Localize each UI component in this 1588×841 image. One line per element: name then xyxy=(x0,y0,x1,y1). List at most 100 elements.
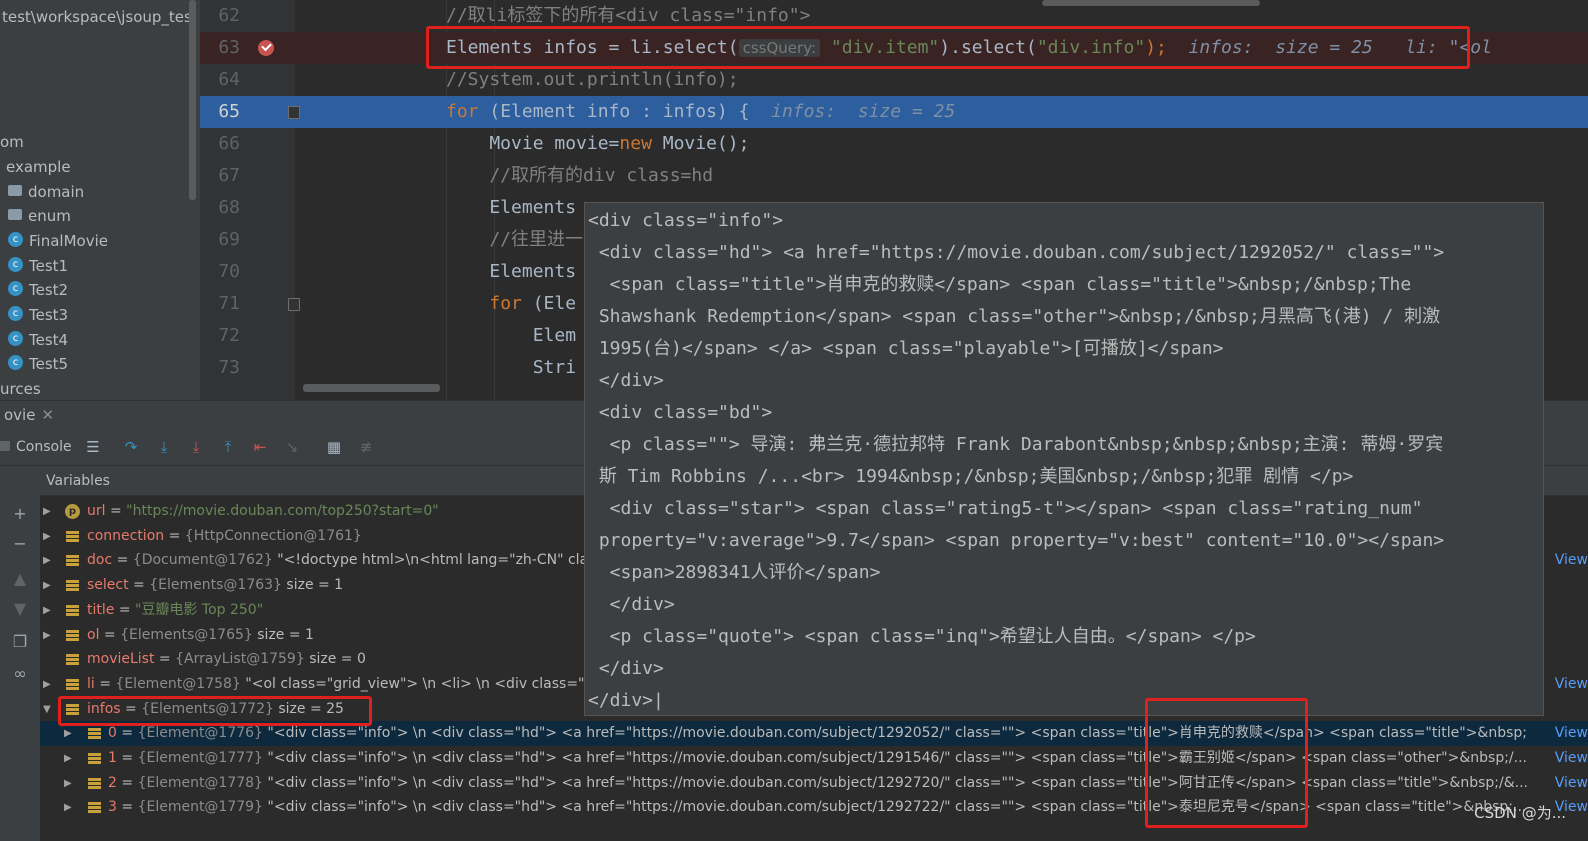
line-number: 64 xyxy=(218,69,240,90)
project-tree-item-label: domain xyxy=(28,183,85,201)
code-token: infos: size = 25 xyxy=(771,101,956,122)
expand-icon[interactable]: ▶ xyxy=(43,672,53,697)
class-icon: c xyxy=(8,306,23,321)
tooltip-line: </div> xyxy=(588,370,664,391)
show-execution-point-icon[interactable]: ☰ xyxy=(84,438,102,456)
debug-tab-movie[interactable]: ovie ✕ xyxy=(0,401,58,429)
add-watch-icon[interactable]: + xyxy=(12,506,28,522)
expand-icon[interactable]: ▶ xyxy=(43,524,53,549)
code-line[interactable]: 66 Movie movie=new Movie(); xyxy=(200,128,1588,160)
line-number: 62 xyxy=(218,5,240,26)
element-index: 0 xyxy=(108,725,117,742)
highlight-box-titles xyxy=(1145,698,1308,828)
expand-icon[interactable]: ▶ xyxy=(64,746,74,771)
project-tree-item[interactable]: urces xyxy=(0,377,41,400)
expand-icon[interactable]: ▶ xyxy=(43,623,53,648)
fold-icon[interactable] xyxy=(288,298,300,311)
field-icon xyxy=(65,652,80,667)
run-to-cursor-icon[interactable]: ↘ xyxy=(283,438,301,456)
variable-text: li = {Element@1758} "<ol class="grid_vie… xyxy=(87,672,594,697)
variable-equals: = xyxy=(112,552,133,569)
breakpoint-icon[interactable] xyxy=(258,40,274,56)
infos-child-row[interactable]: ▶ 2 = {Element@1778} "<div class="info"> … xyxy=(40,770,1588,796)
close-icon[interactable]: ✕ xyxy=(41,406,54,424)
step-into-icon[interactable]: ⤓ xyxy=(155,438,173,456)
step-over-icon[interactable]: ↷ xyxy=(122,438,140,456)
expand-icon[interactable]: ▶ xyxy=(64,795,74,820)
variable-equals: = xyxy=(116,774,138,791)
evaluate-expression-icon[interactable]: ▦ xyxy=(325,438,343,456)
move-up-icon[interactable]: ▲ xyxy=(12,571,28,587)
code-text: for (Element info : infos) { infos: size… xyxy=(446,96,955,128)
expand-icon[interactable]: ▶ xyxy=(43,573,53,598)
view-link[interactable]: View xyxy=(1550,770,1588,796)
project-scrollbar[interactable] xyxy=(189,0,196,200)
glasses-icon[interactable]: ∞ xyxy=(12,666,28,682)
variable-equals: = xyxy=(105,503,127,519)
editor-top-scrollbar[interactable] xyxy=(1042,0,1260,6)
project-tree-item[interactable]: c Test4 xyxy=(8,328,68,352)
remove-watch-icon[interactable]: − xyxy=(12,536,28,552)
project-tree-item[interactable]: c FinalMovie xyxy=(8,229,108,253)
move-down-icon[interactable]: ▼ xyxy=(12,601,28,617)
editor-horizontal-scrollbar[interactable] xyxy=(303,384,440,392)
drop-frame-icon[interactable]: ⇤ xyxy=(251,438,269,456)
tooltip-line: <p class=""> 导演: 弗兰克·德拉邦特 Frank Darabont… xyxy=(588,434,1444,455)
force-step-into-icon[interactable]: ⤓ xyxy=(187,438,205,456)
expand-icon[interactable]: ▶ xyxy=(64,771,74,796)
highlight-box-infos xyxy=(58,696,372,726)
variable-text: select = {Elements@1763} size = 1 xyxy=(87,573,343,598)
variable-name: select xyxy=(87,577,129,594)
project-tree-item[interactable]: c Test5 xyxy=(8,352,68,376)
code-line[interactable]: 67 //取所有的div class=hd xyxy=(200,160,1588,192)
code-token: Movie(); xyxy=(651,133,750,154)
trace-icon[interactable]: ≢ xyxy=(357,438,375,456)
element-index: 2 xyxy=(108,774,117,791)
code-token: Elements xyxy=(446,197,577,218)
infos-child-row[interactable]: ▶ 1 = {Element@1777} "<div class="info"> … xyxy=(40,746,1588,771)
field-icon xyxy=(87,800,102,815)
project-tree-item[interactable]: enum xyxy=(8,204,71,228)
project-tree-item[interactable]: domain xyxy=(8,180,84,204)
variable-size: size = 0 xyxy=(309,651,366,668)
tooltip-line: 斯 Tim Robbins /...<br> 1994&nbsp;/&nbsp;… xyxy=(588,466,1354,487)
view-link[interactable]: View xyxy=(1555,672,1588,697)
project-tree-item[interactable]: c Test1 xyxy=(8,254,68,278)
variable-name: ol xyxy=(87,626,100,643)
expand-icon[interactable]: ▶ xyxy=(43,548,53,573)
variable-value: "豆瓣电影 Top 250" xyxy=(135,601,264,618)
tooltip-line: <div class="info"> xyxy=(588,210,784,231)
view-link[interactable]: View xyxy=(1550,746,1588,771)
code-token: Elements xyxy=(446,261,577,282)
infos-child-row[interactable]: ▶ 3 = {Element@1779} "<div class="info"> … xyxy=(40,795,1588,821)
project-tree-item-label: Test1 xyxy=(29,257,69,275)
variable-name: li xyxy=(87,675,95,692)
tooltip-line: property="v:average">9.7</span> <span pr… xyxy=(588,530,1445,551)
step-out-icon[interactable]: ⤒ xyxy=(219,438,237,456)
console-tab[interactable]: Console xyxy=(0,438,72,456)
project-tree-item[interactable]: om xyxy=(0,130,24,154)
field-icon xyxy=(65,529,80,544)
variable-id: {Elements@1763} xyxy=(149,577,282,594)
expand-icon[interactable]: ▶ xyxy=(43,598,53,623)
code-text: //往里进一 xyxy=(446,224,583,256)
view-link[interactable]: View xyxy=(1555,548,1588,573)
project-tree-item[interactable]: c Test3 xyxy=(8,303,68,327)
project-tree-item[interactable]: example xyxy=(6,155,71,179)
line-number: 69 xyxy=(218,229,240,250)
code-line[interactable]: 65 for (Element info : infos) { infos: si… xyxy=(200,96,1588,128)
view-link[interactable]: View xyxy=(1550,721,1588,747)
variable-value: "<ol class="grid_view"> \n <li> \n <div … xyxy=(245,675,594,692)
project-path: test\workspace\jsoup_tes xyxy=(2,8,192,26)
code-text: //取所有的div class=hd xyxy=(446,160,713,192)
tooltip-line: <span>2898341人评价</span> xyxy=(588,562,881,583)
variable-id: {Element@1776} xyxy=(137,725,263,742)
project-tree-item[interactable]: c Test2 xyxy=(8,278,68,302)
code-token: //System.out.println(info); xyxy=(446,69,739,90)
fold-icon[interactable] xyxy=(288,106,300,119)
code-text: Movie movie=new Movie(); xyxy=(446,128,749,160)
collapse-icon[interactable]: ▼ xyxy=(43,697,53,722)
variable-id: {HttpConnection@1761} xyxy=(184,527,362,544)
copy-icon[interactable]: ❐ xyxy=(12,634,28,650)
expand-icon[interactable]: ▶ xyxy=(43,499,53,524)
